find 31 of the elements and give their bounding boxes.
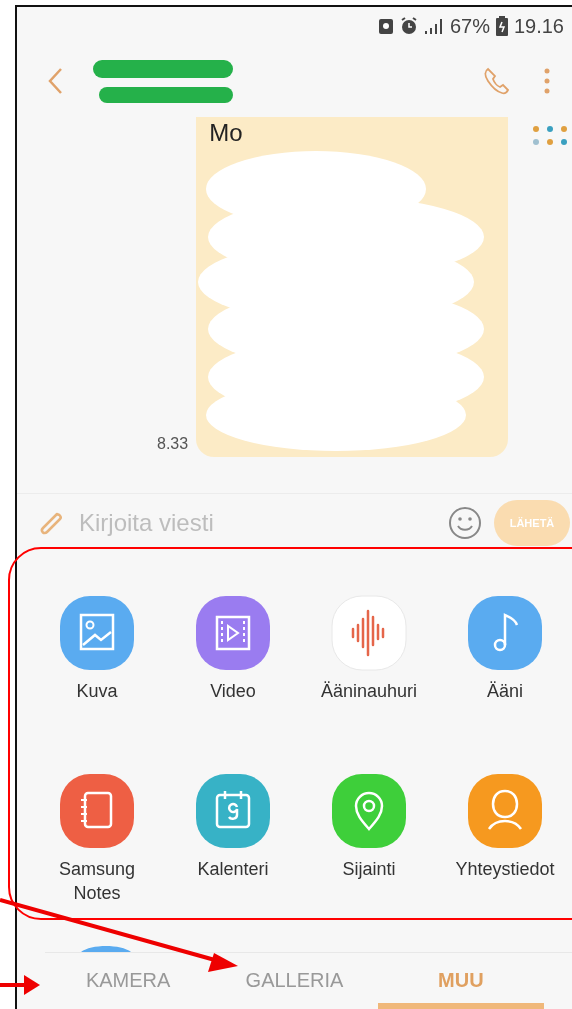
- recorder-app-icon[interactable]: [331, 595, 407, 671]
- battery-percent: 67%: [449, 14, 490, 38]
- message-text: Mo: [209, 119, 243, 147]
- notification-icon: [377, 17, 394, 35]
- emoji-icon[interactable]: [448, 506, 482, 540]
- message-field[interactable]: Kirjoita viesti: [77, 508, 436, 538]
- battery-icon: [495, 16, 508, 36]
- app-label[interactable]: Samsung Notes: [41, 857, 153, 905]
- app-label[interactable]: Ääninauhuri: [320, 679, 418, 703]
- image-app-icon[interactable]: [59, 595, 135, 671]
- notes-app-icon[interactable]: [59, 773, 135, 849]
- video-app-icon[interactable]: [195, 595, 271, 671]
- location-app-icon[interactable]: [331, 773, 407, 849]
- signal-icon: [423, 18, 444, 34]
- app-icon[interactable]: [81, 944, 131, 952]
- clock-time: 19.16: [513, 14, 564, 38]
- app-label[interactable]: Yhteystiedot: [455, 857, 555, 881]
- audio-app-icon[interactable]: [467, 595, 543, 671]
- app-label[interactable]: Video: [210, 679, 256, 703]
- app-label[interactable]: Ääni: [487, 679, 523, 703]
- alarm-icon: [399, 17, 418, 35]
- more-options-icon[interactable]: [542, 66, 552, 96]
- calendar-app-icon[interactable]: [195, 773, 271, 849]
- message-time: 8.33: [157, 435, 189, 453]
- annotation-arrow: [0, 975, 40, 995]
- app-label[interactable]: Kuva: [76, 679, 118, 703]
- app-label[interactable]: Kalenteri: [197, 857, 269, 881]
- back-icon[interactable]: [47, 67, 63, 95]
- app-label[interactable]: Sijainti: [342, 857, 396, 881]
- contacts-app-icon[interactable]: [467, 773, 543, 849]
- phone-icon[interactable]: [482, 66, 512, 96]
